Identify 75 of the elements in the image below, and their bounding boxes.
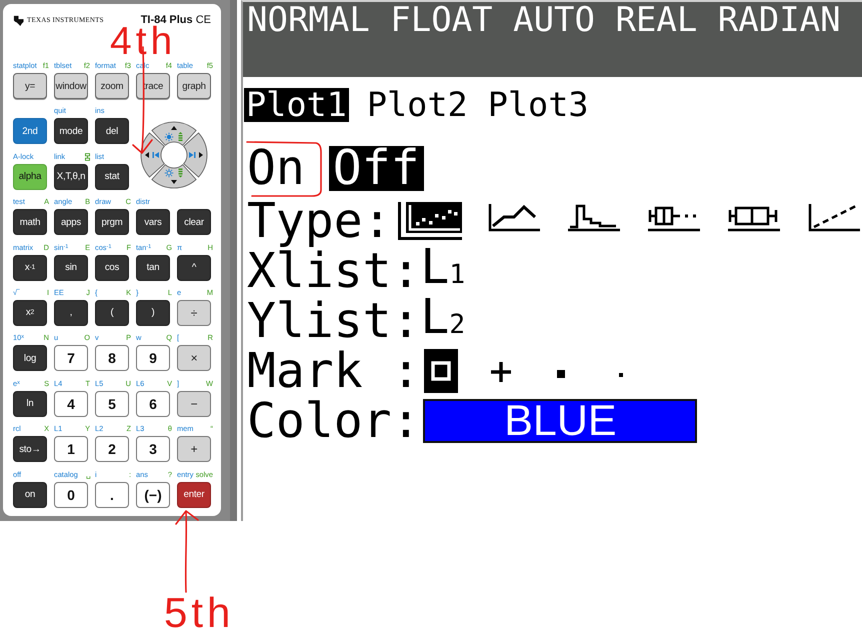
calculator-key[interactable]: y= <box>13 73 47 99</box>
calculator-key[interactable]: cos <box>95 254 129 281</box>
plot-tab[interactable]: Plot3 <box>486 88 591 122</box>
calculator-key[interactable]: 9 <box>136 345 170 372</box>
mode-status-text: NORMAL FLOAT AUTO REAL RADIAN <box>247 2 841 38</box>
calculator-key[interactable]: clear <box>177 209 211 236</box>
calculator-key[interactable]: 7 <box>54 345 88 372</box>
calculator-key[interactable]: tan <box>136 254 170 281</box>
calculator-key[interactable]: 3 <box>136 436 170 462</box>
annotation-text: 5th <box>164 595 234 631</box>
color-setting[interactable]: BLUE <box>423 399 698 443</box>
calculator-key[interactable]: 2nd <box>13 118 47 144</box>
caret-right-icon <box>198 152 202 158</box>
type-label: Type: <box>247 196 392 246</box>
calculator-key[interactable]: vars <box>136 209 170 236</box>
calculator-key[interactable]: × <box>177 345 211 372</box>
xlist-label: Xlist: <box>247 246 420 296</box>
calculator-key[interactable]: ( <box>95 300 129 326</box>
level-bars-icon <box>178 132 182 141</box>
sun-icon <box>164 132 174 142</box>
calculator-key[interactable]: 2 <box>95 436 129 462</box>
calculator-key[interactable]: 1 <box>54 436 88 462</box>
calculator-key[interactable]: zoom <box>95 73 129 99</box>
calculator-key[interactable]: sin <box>54 254 88 281</box>
dpad-down-button[interactable] <box>151 164 196 188</box>
logo-icon <box>13 14 24 26</box>
calculator-key[interactable]: x$^{-1}$ <box>13 254 47 281</box>
calculator-key[interactable]: log <box>13 345 47 372</box>
calculator-key[interactable]: mode <box>54 118 88 144</box>
calculator-key[interactable]: on <box>13 482 47 508</box>
skip-back-icon <box>152 152 158 158</box>
plot-state-option[interactable]: Off <box>328 146 424 191</box>
ylist-label: Ylist: <box>247 296 420 346</box>
calculator-key[interactable]: window <box>54 73 88 99</box>
calculator-key[interactable]: 4 <box>54 390 88 417</box>
calculator-key[interactable]: ln <box>13 390 47 417</box>
calculator-key[interactable]: . <box>95 482 129 508</box>
plot-state-option[interactable]: On <box>243 146 309 191</box>
calculator-key[interactable]: graph <box>177 73 211 99</box>
caret-left-icon <box>144 152 148 158</box>
calculator-key[interactable]: 6 <box>136 390 170 417</box>
caret-down-icon <box>170 180 176 184</box>
color-label: Color: <box>247 396 420 446</box>
calculator-key[interactable]: del <box>95 118 129 144</box>
calculator-key[interactable]: stat <box>95 164 129 190</box>
calculator-key[interactable]: (−) <box>136 482 170 508</box>
plot-tab[interactable]: Plot2 <box>364 88 470 122</box>
calculator-key[interactable]: prgm <box>95 209 129 236</box>
sun-icon <box>164 168 174 178</box>
calculator-key[interactable]: + <box>177 436 211 462</box>
plot-tab[interactable]: Plot1 <box>244 88 349 122</box>
calculator-key[interactable]: X,T,θ,n <box>54 164 88 190</box>
calculator-key[interactable]: math <box>13 209 47 236</box>
caret-up-icon <box>170 126 176 130</box>
dpad-right-button[interactable] <box>182 132 207 178</box>
calculator-key[interactable]: apps <box>54 209 88 236</box>
calculator-key[interactable]: alpha <box>13 164 47 190</box>
square-ring-mark-icon[interactable] <box>424 349 458 393</box>
scatter-plot-icon[interactable] <box>398 202 462 240</box>
skip-forward-icon <box>188 152 195 158</box>
calculator-key[interactable]: 0 <box>54 482 88 508</box>
calculator-key[interactable]: sto→ <box>13 436 47 462</box>
calculator-key[interactable]: 8 <box>95 345 129 372</box>
level-bars-icon <box>178 168 182 178</box>
calculator-key[interactable]: x$^{2}$ <box>13 300 47 326</box>
calculator-key[interactable]: − <box>177 390 211 417</box>
dpad-left-button[interactable] <box>140 132 164 178</box>
calculator-key[interactable]: 5 <box>95 390 129 417</box>
calculator-key[interactable]: ) <box>136 300 170 326</box>
calculator-key[interactable]: enter <box>177 482 211 508</box>
calculator-key[interactable]: ^ <box>177 254 211 281</box>
dpad-up-button[interactable] <box>151 121 196 146</box>
mark-label: Mark : <box>247 346 420 396</box>
calculator-key[interactable]: , <box>54 300 88 326</box>
calculator-key[interactable]: ÷ <box>177 300 211 326</box>
